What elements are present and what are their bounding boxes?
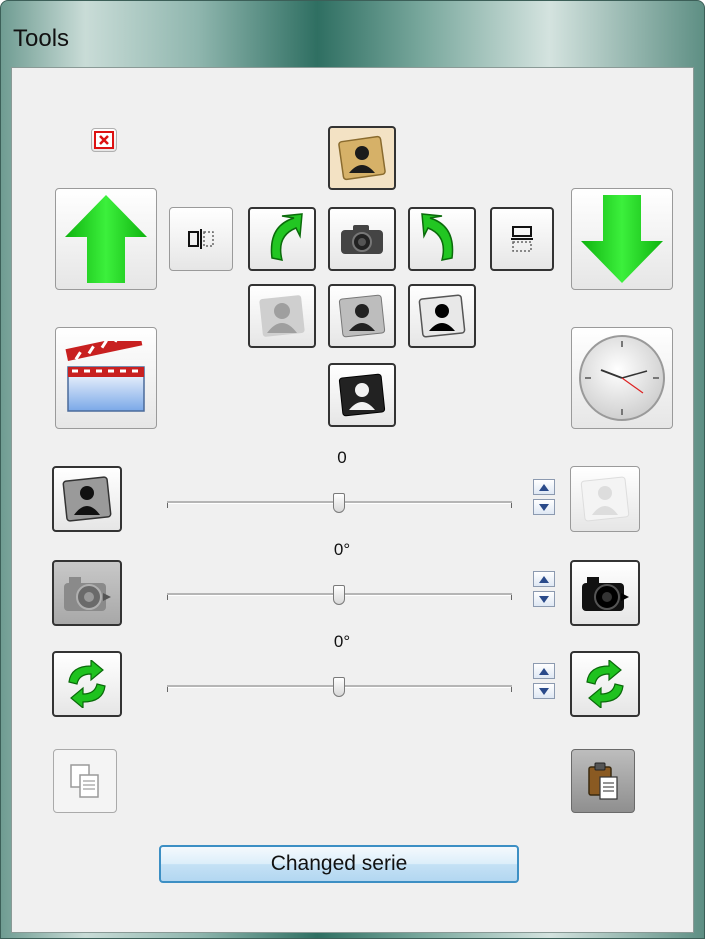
rotation-tick-max: [511, 687, 512, 692]
rotation-spin-up[interactable]: [533, 663, 555, 679]
contrast-spin-down[interactable]: [533, 591, 555, 607]
portrait-negative-button[interactable]: [328, 363, 396, 427]
opacity-tick-min: [167, 503, 168, 508]
contrast-increase-button[interactable]: [570, 560, 640, 626]
flip-vertical-icon: [511, 226, 533, 252]
spin-up-icon: [539, 575, 549, 583]
camera-light-icon: [64, 577, 111, 611]
clock-icon: [579, 335, 665, 421]
flip-horizontal-icon: [188, 229, 214, 249]
tools-panel: 0 0° 0° Changed serie: [11, 67, 694, 933]
contrast-tick-max: [511, 595, 512, 600]
contrast-slider-thumb[interactable]: [333, 585, 345, 605]
rotation-slider-thumb[interactable]: [333, 677, 345, 697]
close-icon: [94, 131, 114, 149]
clipboard-icon: [588, 762, 618, 800]
spin-up-icon: [539, 483, 549, 491]
rotate-right-button[interactable]: [408, 207, 476, 271]
rotation-decrease-button[interactable]: [52, 651, 122, 717]
move-up-button[interactable]: [55, 188, 157, 290]
spin-down-icon: [539, 595, 549, 603]
portrait-blur-button[interactable]: [248, 284, 316, 348]
camera-button[interactable]: [328, 207, 396, 271]
portrait-faded-icon: [580, 476, 630, 522]
rotate-left-button[interactable]: [248, 207, 316, 271]
paste-button[interactable]: [571, 749, 635, 813]
copy-icon: [70, 764, 99, 798]
portrait-grey-button[interactable]: [328, 284, 396, 348]
flip-horizontal-button[interactable]: [169, 207, 233, 271]
rotation-value: 0°: [333, 632, 351, 651]
portrait-contrast-button[interactable]: [408, 284, 476, 348]
rotation-spin-down[interactable]: [533, 683, 555, 699]
contrast-tick-min: [167, 595, 168, 600]
refresh-right-icon: [586, 660, 624, 708]
spin-down-icon: [539, 687, 549, 695]
clapperboard-icon: [65, 341, 145, 412]
portrait-top-button[interactable]: [328, 126, 396, 190]
spin-down-icon: [539, 503, 549, 511]
arrow-down-icon: [581, 195, 663, 283]
flip-vertical-button[interactable]: [490, 207, 554, 271]
rotation-increase-button[interactable]: [570, 651, 640, 717]
tools-window: Tools 0 0° 0° Changed serie: [0, 0, 705, 939]
contrast-value: 0°: [333, 540, 351, 559]
move-down-button[interactable]: [571, 188, 673, 290]
camera-icon: [341, 225, 383, 254]
rotate-left-icon: [270, 213, 303, 261]
clock-button[interactable]: [571, 327, 673, 429]
video-button[interactable]: [55, 327, 157, 429]
opacity-value: 0: [337, 448, 347, 467]
refresh-left-icon: [68, 660, 106, 708]
portrait-negative-icon: [338, 373, 386, 417]
portrait-contrast-icon: [418, 294, 466, 338]
opacity-spin-down[interactable]: [533, 499, 555, 515]
portrait-blur-icon: [259, 295, 305, 337]
portrait-grey-icon: [338, 294, 386, 338]
contrast-decrease-button[interactable]: [52, 560, 122, 626]
remove-button[interactable]: [91, 128, 117, 152]
window-title: Tools: [13, 25, 70, 52]
opacity-spin-up[interactable]: [533, 479, 555, 495]
opacity-slider-thumb[interactable]: [333, 493, 345, 513]
copy-button[interactable]: [53, 749, 117, 813]
opacity-tick-max: [511, 503, 512, 508]
portrait-dark-icon: [62, 476, 112, 522]
rotation-tick-min: [167, 687, 168, 692]
opacity-decrease-button[interactable]: [52, 466, 122, 532]
arrow-up-icon: [65, 195, 147, 283]
camera-dark-icon: [582, 577, 629, 611]
opacity-increase-button[interactable]: [570, 466, 640, 532]
spin-up-icon: [539, 667, 549, 675]
portrait-icon: [338, 135, 386, 181]
contrast-spin-up[interactable]: [533, 571, 555, 587]
rotate-right-icon: [421, 213, 454, 261]
changed-serie-button[interactable]: Changed serie: [159, 845, 519, 883]
